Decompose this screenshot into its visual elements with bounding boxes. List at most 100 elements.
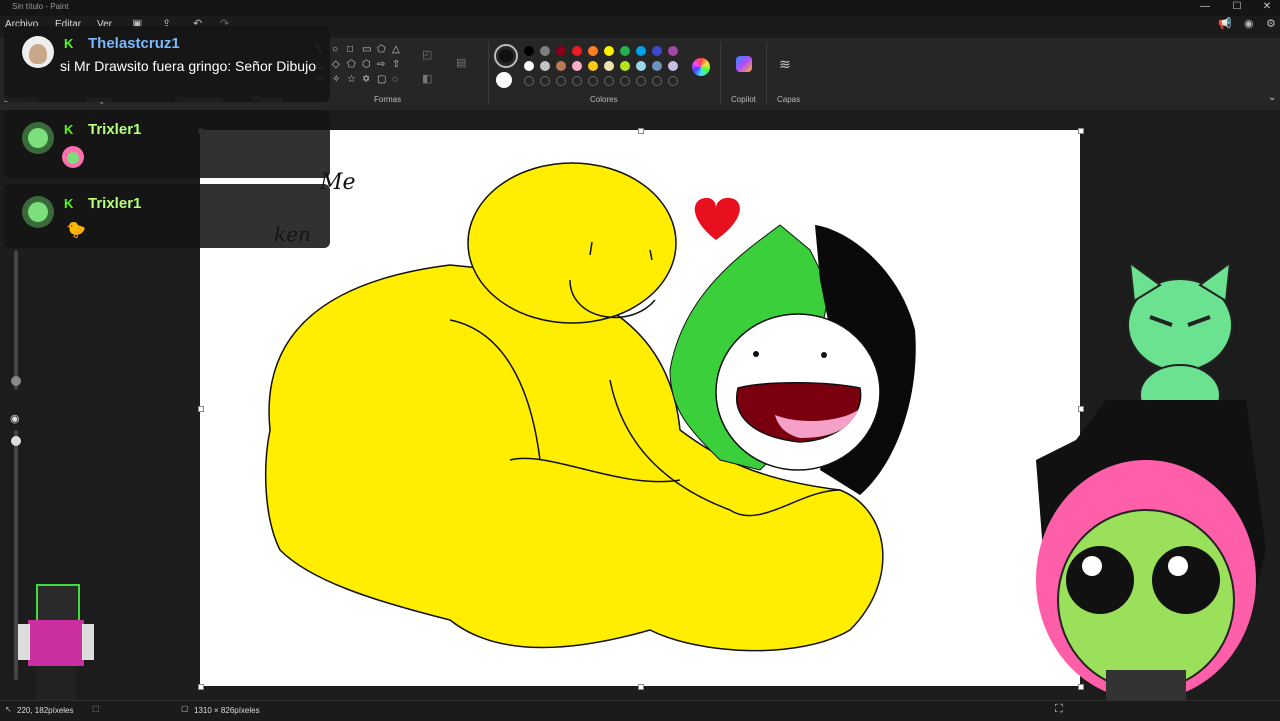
hexagon-shape-icon[interactable]: ⬡ — [362, 59, 371, 70]
diamond-shape-icon[interactable]: ◇ — [332, 59, 340, 70]
canvas-size-icon: ▢ — [181, 704, 189, 713]
color-swatch[interactable] — [524, 61, 534, 71]
user-avatar — [22, 36, 54, 68]
primary-color[interactable] — [494, 44, 518, 68]
announce-icon[interactable]: 📢 — [1218, 17, 1232, 30]
fill-icon[interactable]: ◧ — [422, 72, 432, 85]
settings-icon[interactable]: ⚙ — [1266, 17, 1276, 30]
color-swatch[interactable] — [588, 46, 598, 56]
color-swatch[interactable] — [572, 61, 582, 71]
kick-badge-icon: K — [64, 122, 74, 137]
resize-handle[interactable] — [638, 128, 644, 134]
group-label-colores: Colores — [590, 95, 618, 104]
color-swatch[interactable] — [620, 46, 630, 56]
outline-icon[interactable]: ◰ — [422, 48, 432, 61]
chat-message: K Trixler1 🐤 — [4, 184, 330, 248]
chat-text: si Mr Drawsito fuera gringo: Señor Dibuj… — [60, 58, 316, 74]
color-swatch[interactable] — [540, 46, 550, 56]
emote-icon — [62, 146, 84, 168]
custom-color-slot[interactable] — [540, 76, 550, 86]
cursor-position: 220, 182píxeles — [17, 706, 74, 715]
rounded-rect-shape-icon[interactable]: ▭ — [362, 44, 371, 55]
copilot-icon[interactable] — [736, 56, 752, 72]
color-swatch[interactable] — [572, 46, 582, 56]
resize-handle[interactable] — [638, 684, 644, 690]
color-swatch[interactable] — [636, 46, 646, 56]
callout-shape-icon[interactable]: ▢ — [377, 74, 386, 85]
selection-icon: ⬚ — [92, 704, 100, 713]
cursor-icon: ↖ — [5, 705, 12, 714]
separator — [488, 42, 489, 104]
resize-handle[interactable] — [1078, 128, 1084, 134]
edit-colors-icon[interactable] — [692, 58, 710, 76]
ellipse-shape-icon[interactable]: ○ — [332, 44, 338, 55]
color-swatch[interactable] — [620, 61, 630, 71]
triangle-shape-icon[interactable]: △ — [392, 44, 400, 55]
star4-shape-icon[interactable]: ✧ — [332, 74, 340, 85]
resize-handle[interactable] — [198, 406, 204, 412]
account-icon[interactable]: ◉ — [1244, 17, 1254, 30]
color-swatch[interactable] — [652, 46, 662, 56]
status-bar: ↖ 220, 182píxeles ⬚ ▢ 1310 × 826píxeles … — [0, 700, 1280, 721]
color-swatch[interactable] — [604, 46, 614, 56]
kick-badge-icon: K — [64, 196, 74, 211]
star6-shape-icon[interactable]: ✡ — [362, 74, 370, 85]
kick-badge-icon: K — [64, 36, 74, 51]
brush-size-slider[interactable] — [14, 250, 18, 390]
secondary-color[interactable] — [496, 72, 512, 88]
slider-thumb[interactable] — [11, 436, 21, 446]
resize-handle[interactable] — [198, 684, 204, 690]
window-title: Sin título - Paint — [12, 2, 69, 11]
chat-username[interactable]: Trixler1 — [88, 195, 141, 212]
cloud-shape-icon[interactable]: ◌ — [392, 74, 398, 85]
chat-username[interactable]: Trixler1 — [88, 121, 141, 138]
arrow-up-shape-icon[interactable]: ⇧ — [392, 59, 400, 70]
duck-emote-icon: 🐤 — [66, 222, 86, 239]
color-swatch[interactable] — [588, 61, 598, 71]
star5-shape-icon[interactable]: ☆ — [347, 74, 356, 85]
fit-screen-icon[interactable]: ⛶ — [1055, 703, 1063, 716]
collapse-ribbon-icon[interactable]: ⌄ — [1268, 92, 1276, 103]
shape-size-icon[interactable]: ▤ — [456, 56, 466, 69]
layers-icon[interactable]: ≋ — [779, 56, 791, 73]
color-swatch[interactable] — [524, 46, 534, 56]
color-swatch[interactable] — [668, 61, 678, 71]
heart — [694, 197, 740, 240]
chat-message: K Trixler1 — [4, 110, 330, 178]
custom-color-slot[interactable] — [604, 76, 614, 86]
yellow-head — [467, 162, 677, 324]
color-swatch[interactable] — [668, 46, 678, 56]
separator — [766, 42, 767, 104]
title-bar: Sin título - Paint — ☐ ✕ — [0, 0, 1280, 16]
face-eye-right — [821, 352, 827, 358]
custom-color-slot[interactable] — [556, 76, 566, 86]
custom-color-slot[interactable] — [636, 76, 646, 86]
drawing-canvas[interactable]: Me ken — [200, 130, 1080, 686]
avatar-character-overlay — [1016, 400, 1280, 700]
pentagon-shape-icon[interactable]: ⬠ — [347, 59, 356, 70]
color-swatch[interactable] — [604, 61, 614, 71]
color-swatch[interactable] — [540, 61, 550, 71]
custom-color-slot[interactable] — [588, 76, 598, 86]
group-label-formas: Formas — [374, 95, 402, 104]
face-eye-left — [753, 351, 759, 357]
custom-color-slot[interactable] — [668, 76, 678, 86]
color-swatch[interactable] — [556, 61, 566, 71]
polygon-shape-icon[interactable]: ⬠ — [377, 44, 386, 55]
canvas-size: 1310 × 826píxeles — [194, 706, 260, 715]
opacity-icon: ◉ — [10, 413, 20, 425]
chat-username[interactable]: Thelastcruz1 — [88, 35, 180, 52]
arrow-right-shape-icon[interactable]: ⇨ — [377, 59, 385, 70]
maximize-button[interactable]: ☐ — [1222, 0, 1252, 16]
custom-color-slot[interactable] — [524, 76, 534, 86]
minimize-button[interactable]: — — [1190, 0, 1220, 16]
color-swatch[interactable] — [636, 61, 646, 71]
custom-color-slot[interactable] — [652, 76, 662, 86]
rectangle-shape-icon[interactable]: □ — [347, 44, 353, 55]
color-swatch[interactable] — [652, 61, 662, 71]
custom-color-slot[interactable] — [620, 76, 630, 86]
close-button[interactable]: ✕ — [1252, 0, 1280, 16]
color-swatch[interactable] — [556, 46, 566, 56]
custom-color-slot[interactable] — [572, 76, 582, 86]
slider-thumb[interactable] — [11, 376, 21, 386]
